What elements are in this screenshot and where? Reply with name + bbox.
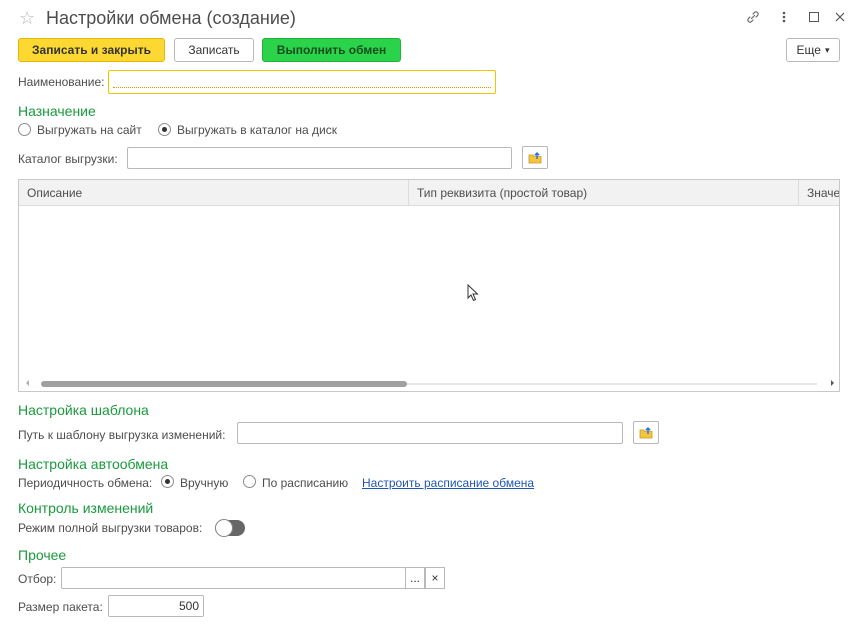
full-mode-label: Режим полной выгрузки товаров: [18,521,203,535]
folder-upload-icon [528,151,542,163]
radio-period-schedule-label[interactable]: По расписанию [262,476,348,490]
filter-select-button[interactable]: ... [405,567,425,589]
template-path-label: Путь к шаблону выгрузка изменений: [18,428,226,442]
configure-schedule-link[interactable]: Настроить расписание обмена [362,476,534,490]
other-section-title: Прочее [18,547,67,563]
template-section-title: Настройка шаблона [18,402,149,418]
close-icon[interactable] [832,8,848,26]
radio-period-manual[interactable] [161,475,174,488]
scroll-right-icon[interactable] [831,380,834,386]
filter-label: Отбор: [18,572,57,586]
catalog-input[interactable] [127,147,512,169]
radio-period-manual-label[interactable]: Вручную [180,476,228,490]
column-header-value[interactable]: Значе [799,180,839,206]
name-label: Наименование: [18,75,105,89]
filter-clear-button[interactable]: × [425,567,445,589]
changes-section-title: Контроль изменений [18,500,154,516]
favorite-star-icon[interactable]: ☆ [19,8,35,28]
scrollbar-thumb[interactable] [41,381,407,387]
radio-export-to-site-label[interactable]: Выгружать на сайт [37,123,142,137]
link-icon[interactable] [745,8,761,26]
autoexchange-section-title: Настройка автообмена [18,456,169,472]
radio-period-schedule[interactable] [243,475,256,488]
template-browse-button[interactable] [633,421,659,444]
destination-section-title: Назначение [18,103,96,119]
chevron-down-icon: ▾ [824,44,830,55]
radio-export-to-disk[interactable] [158,123,171,136]
mouse-cursor-icon [467,283,479,305]
batch-size-input[interactable]: 500 [108,595,204,617]
folder-upload-icon [639,426,653,438]
more-actions-icon[interactable] [776,8,792,26]
attributes-table[interactable]: Описание Тип реквизита (простой товар) З… [18,179,840,392]
save-button[interactable]: Записать [174,38,254,62]
name-input[interactable] [108,70,496,94]
radio-export-to-disk-label[interactable]: Выгружать в каталог на диск [177,123,337,137]
table-horizontal-scrollbar[interactable] [19,377,839,391]
catalog-browse-button[interactable] [522,146,548,169]
save-and-close-button[interactable]: Записать и закрыть [18,38,165,62]
more-button-label: Еще [796,43,821,57]
more-button[interactable]: Еще ▾ [786,38,840,62]
template-path-input[interactable] [237,422,623,444]
run-exchange-button[interactable]: Выполнить обмен [262,38,401,62]
filter-input[interactable] [61,567,406,589]
batch-size-label: Размер пакета: [18,600,103,614]
column-header-description[interactable]: Описание [19,180,409,206]
table-header: Описание Тип реквизита (простой товар) З… [19,180,839,206]
scroll-left-icon[interactable] [26,380,29,386]
column-header-attribute-type[interactable]: Тип реквизита (простой товар) [409,180,799,206]
toggle-knob [215,519,233,537]
window-title: Настройки обмена (создание) [46,8,296,28]
maximize-icon[interactable] [806,8,822,26]
period-label: Периодичность обмена: [18,476,153,490]
radio-export-to-site[interactable] [18,123,31,136]
full-mode-toggle[interactable] [215,519,245,537]
catalog-label: Каталог выгрузки: [18,152,118,166]
